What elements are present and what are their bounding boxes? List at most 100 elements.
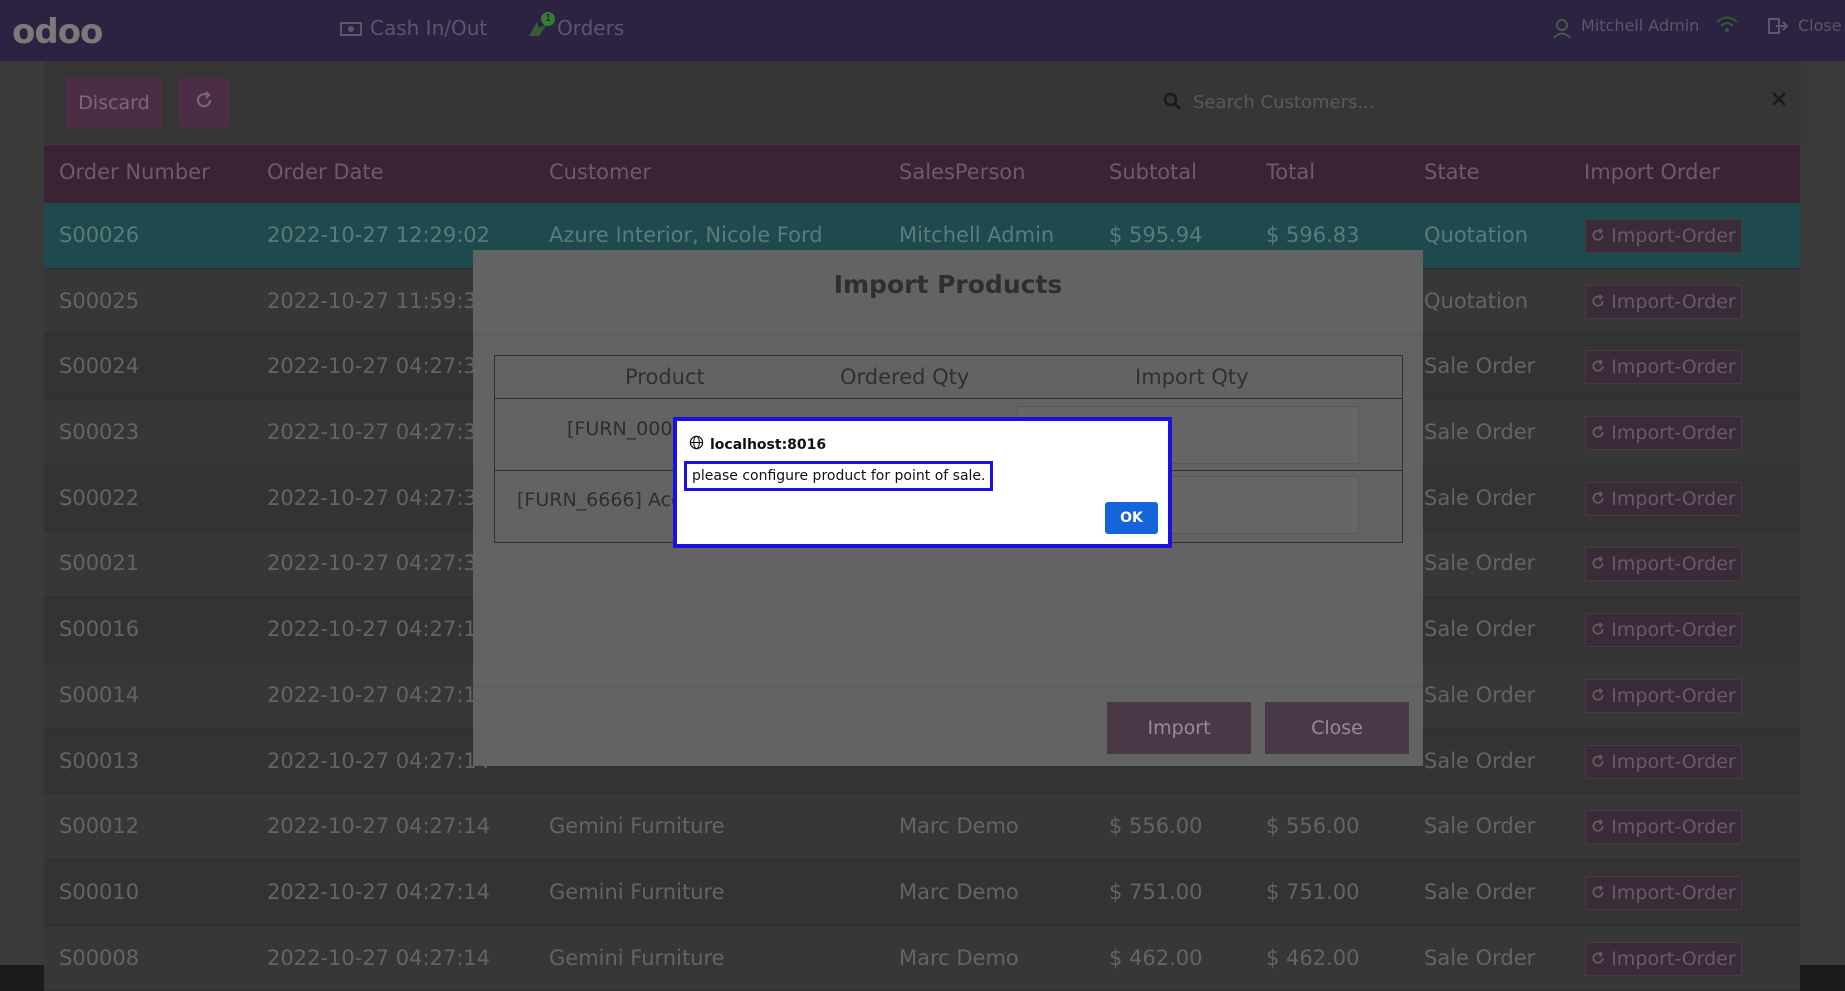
header-salesperson: SalesPerson [899,160,1026,184]
order-state: Sale Order [1424,420,1536,445]
total: $ 596.83 [1266,223,1360,247]
customer-name: Gemini Furniture [549,814,725,839]
subtotal: $ 556.00 [1109,814,1203,839]
customer-name: Gemini Furniture [549,879,725,904]
import-order-button[interactable]: Import-Order [1585,875,1742,910]
cash-in-out-button[interactable]: Cash In/Out [340,16,487,40]
close-button[interactable]: Close [1265,702,1409,754]
import-order-button[interactable]: Import-Order [1585,284,1742,319]
product-name: [FURN_6666] Acou [517,489,695,511]
import-order-button[interactable]: Import-Order [1585,810,1742,845]
order-date: 2022-10-27 11:59:34 [267,288,491,313]
import-order-label: Import-Order [1611,225,1736,247]
table-row[interactable]: S00008 2022-10-27 04:27:14 Gemini Furnitur… [44,925,1800,991]
import-order-button[interactable]: Import-Order [1585,481,1742,516]
order-number: S00021 [59,551,140,576]
orders-button[interactable]: 1 Orders [527,12,625,40]
order-date: 2022-10-27 04:27:14 [267,748,491,773]
product-name: [FURN_0002 [567,418,685,440]
total: $ 751.00 [1266,879,1360,904]
divider [473,334,1423,335]
refresh-icon [1591,488,1605,510]
ok-button[interactable]: OK [1105,502,1158,534]
header-total: Total [1266,160,1316,184]
header-import-order: Import Order [1584,160,1721,184]
order-date: 2022-10-27 04:27:36 [267,485,491,510]
top-navbar: odoo Cash In/Out 1 Orders Mitchell Admin… [0,0,1845,61]
dialog-title: Import Products [833,270,1063,299]
refresh-icon [195,91,213,114]
order-date: 2022-10-27 04:27:36 [267,420,491,445]
import-order-label: Import-Order [1611,356,1736,379]
import-order-label: Import-Order [1611,290,1736,313]
order-state: Sale Order [1424,485,1536,510]
import-order-label: Import-Order [1611,684,1736,707]
order-number: S00023 [59,420,140,445]
order-number: S00016 [59,617,140,642]
import-order-label: Import-Order [1611,422,1736,445]
header-subtotal: Subtotal [1109,160,1197,184]
import-order-button[interactable]: Import-Order [1585,744,1742,779]
search-input[interactable]: Search Customers... [1193,92,1375,113]
import-order-button[interactable]: Import-Order [1585,613,1742,648]
refresh-button[interactable] [179,78,229,127]
order-date: 2022-10-27 12:29:02 [267,223,491,247]
import-order-button[interactable]: Import-Order [1585,350,1742,385]
discard-button[interactable]: Discard [66,78,162,127]
clear-search-icon[interactable] [1771,91,1787,111]
import-order-button[interactable]: Import-Order [1585,941,1742,976]
header-order-date: Order Date [267,160,384,184]
order-date: 2022-10-27 04:27:14 [267,814,491,839]
user-menu[interactable]: Mitchell Admin [1551,16,1700,39]
import-order-label: Import-Order [1611,947,1736,970]
user-name: Mitchell Admin [1581,16,1700,35]
search-icon [1163,92,1181,114]
divider [495,398,1402,399]
import-order-label: Import-Order [1611,881,1736,904]
import-order-label: Import-Order [1611,619,1736,642]
order-number: S00026 [59,223,140,247]
refresh-icon [1591,553,1605,575]
orders-label: Orders [557,16,625,40]
alert-origin: localhost:8016 [710,436,827,453]
wifi-icon [1716,16,1738,32]
import-button[interactable]: Import [1107,702,1251,754]
customer-name: Azure Interior, Nicole Ford [549,223,823,247]
order-number: S00014 [59,682,140,707]
order-date: 2022-10-27 04:27:14 [267,879,491,904]
refresh-icon [1591,948,1605,970]
alert-header: localhost:8016 [689,435,826,454]
order-state: Sale Order [1424,814,1536,839]
import-order-button[interactable]: Import-Order [1585,678,1742,713]
order-state: Sale Order [1424,945,1536,970]
import-order-button[interactable]: Import-Order [1585,547,1742,582]
order-number: S00024 [59,354,140,379]
orders-badge: 1 [541,12,555,26]
close-session-button[interactable]: Close [1768,16,1842,35]
order-state: Sale Order [1424,682,1536,707]
total: $ 556.00 [1266,814,1360,839]
close-label: Close [1798,16,1842,35]
import-order-button[interactable]: Import-Order [1585,416,1742,451]
order-state: Sale Order [1424,748,1536,773]
salesperson: Marc Demo [899,879,1019,904]
header-product: Product [625,365,705,389]
customer-search[interactable]: Search Customers... [1148,61,1801,144]
import-order-button[interactable]: Import-Order [1585,219,1742,253]
order-number: S00013 [59,748,140,773]
order-number: S00012 [59,814,140,839]
globe-icon [689,435,704,454]
refresh-icon [1591,751,1605,773]
table-row[interactable]: S00010 2022-10-27 04:27:14 Gemini Furnitur… [44,859,1800,926]
order-state: Sale Order [1424,354,1536,379]
money-icon [340,19,362,37]
customer-name: Gemini Furniture [549,945,725,970]
refresh-icon [1591,225,1605,247]
alert-message: please configure product for point of sa… [684,461,994,491]
order-number: S00022 [59,485,140,510]
refresh-icon [1591,685,1605,707]
table-row[interactable]: S00012 2022-10-27 04:27:14 Gemini Furnitur… [44,794,1800,860]
browser-alert-dialog: localhost:8016 please configure product … [673,417,1172,548]
cash-in-out-label: Cash In/Out [370,16,488,40]
subtotal: $ 751.00 [1109,879,1203,904]
